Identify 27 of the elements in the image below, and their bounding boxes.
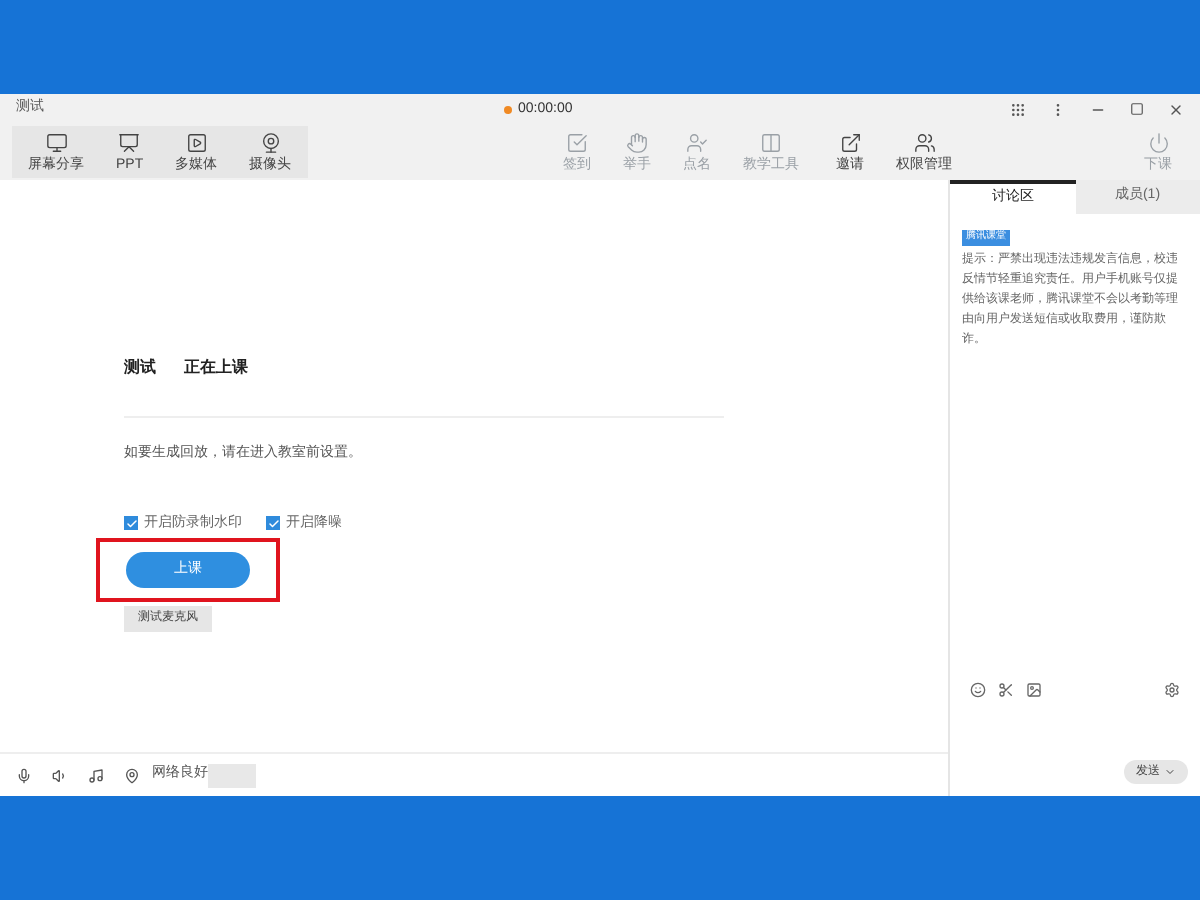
- close-icon[interactable]: [1168, 101, 1184, 117]
- settings-icon[interactable]: [1164, 682, 1180, 698]
- play-icon: [185, 132, 208, 154]
- location-icon[interactable]: [124, 767, 140, 783]
- grid-icon[interactable]: [1010, 101, 1026, 117]
- power-icon: [1147, 132, 1169, 154]
- checkmark-icon: [267, 517, 279, 530]
- course-status: 正在上课: [184, 356, 248, 380]
- monitor-icon: [45, 132, 67, 154]
- checkbox-icon: [566, 132, 589, 154]
- scissors-icon[interactable]: [998, 682, 1014, 698]
- image-icon[interactable]: [1026, 682, 1042, 698]
- emoji-icon[interactable]: [970, 682, 986, 698]
- webcam-icon: [259, 132, 282, 154]
- course-name: 测试: [124, 356, 156, 380]
- presentation-icon: [118, 132, 141, 154]
- speaker-icon[interactable]: [52, 767, 68, 783]
- music-icon[interactable]: [88, 767, 104, 783]
- users-icon: [913, 132, 935, 154]
- maximize-icon[interactable]: [1130, 102, 1144, 116]
- external-link-icon: [839, 132, 861, 154]
- chevron-down-icon: [1164, 766, 1176, 778]
- checkmark-icon: [125, 517, 137, 530]
- person-check-icon: [686, 132, 709, 154]
- microphone-icon[interactable]: [16, 767, 32, 783]
- columns-icon: [760, 132, 783, 154]
- hand-icon: [626, 132, 649, 154]
